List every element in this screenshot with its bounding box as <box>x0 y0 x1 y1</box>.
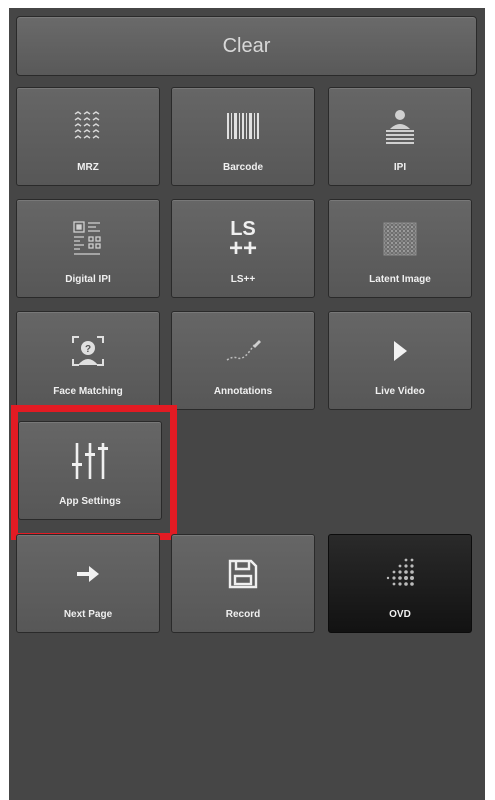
play-icon <box>329 326 471 376</box>
record-label: Record <box>225 609 261 620</box>
annotations-label: Annotations <box>213 386 273 397</box>
live-video-button[interactable]: Live Video <box>328 311 472 410</box>
ovd-dots-icon <box>329 549 471 599</box>
annotations-button[interactable]: Annotations <box>171 311 315 410</box>
ovd-label: OVD <box>389 609 411 620</box>
barcode-icon <box>172 102 314 152</box>
digital-ipi-icon <box>17 214 159 264</box>
ls-plus-icon: LS ++ <box>172 214 314 264</box>
clear-button[interactable]: Clear <box>16 16 477 76</box>
digital-ipi-button[interactable]: Digital IPI <box>16 199 160 298</box>
barcode-label: Barcode <box>222 162 263 173</box>
mrz-icon <box>17 102 159 152</box>
barcode-button[interactable]: Barcode <box>171 87 315 186</box>
highlight-box <box>11 405 177 540</box>
mrz-button[interactable]: MRZ <box>16 87 160 186</box>
next-page-label: Next Page <box>63 609 113 620</box>
ls-plus-label: LS++ <box>230 274 256 285</box>
face-matching-label: Face Matching <box>53 386 123 397</box>
ipi-button[interactable]: IPI <box>328 87 472 186</box>
face-matching-button[interactable]: ? Face Matching <box>16 311 160 410</box>
arrow-right-icon <box>17 549 159 599</box>
ipi-icon <box>329 102 471 152</box>
digital-ipi-label: Digital IPI <box>65 274 111 285</box>
latent-image-label: Latent Image <box>369 274 431 285</box>
ipi-label: IPI <box>393 162 407 173</box>
svg-text:?: ? <box>85 344 91 355</box>
floppy-disk-icon <box>172 549 314 599</box>
face-matching-icon: ? <box>17 326 159 376</box>
ovd-button[interactable]: OVD <box>328 534 472 633</box>
annotations-icon <box>172 326 314 376</box>
latent-image-icon <box>329 214 471 264</box>
next-page-button[interactable]: Next Page <box>16 534 160 633</box>
record-button[interactable]: Record <box>171 534 315 633</box>
ls-plus-button[interactable]: LS ++ LS++ <box>171 199 315 298</box>
mrz-label: MRZ <box>77 162 99 173</box>
live-video-label: Live Video <box>375 386 425 397</box>
latent-image-button[interactable]: Latent Image <box>328 199 472 298</box>
ls-icon-bottom: ++ <box>228 235 258 262</box>
